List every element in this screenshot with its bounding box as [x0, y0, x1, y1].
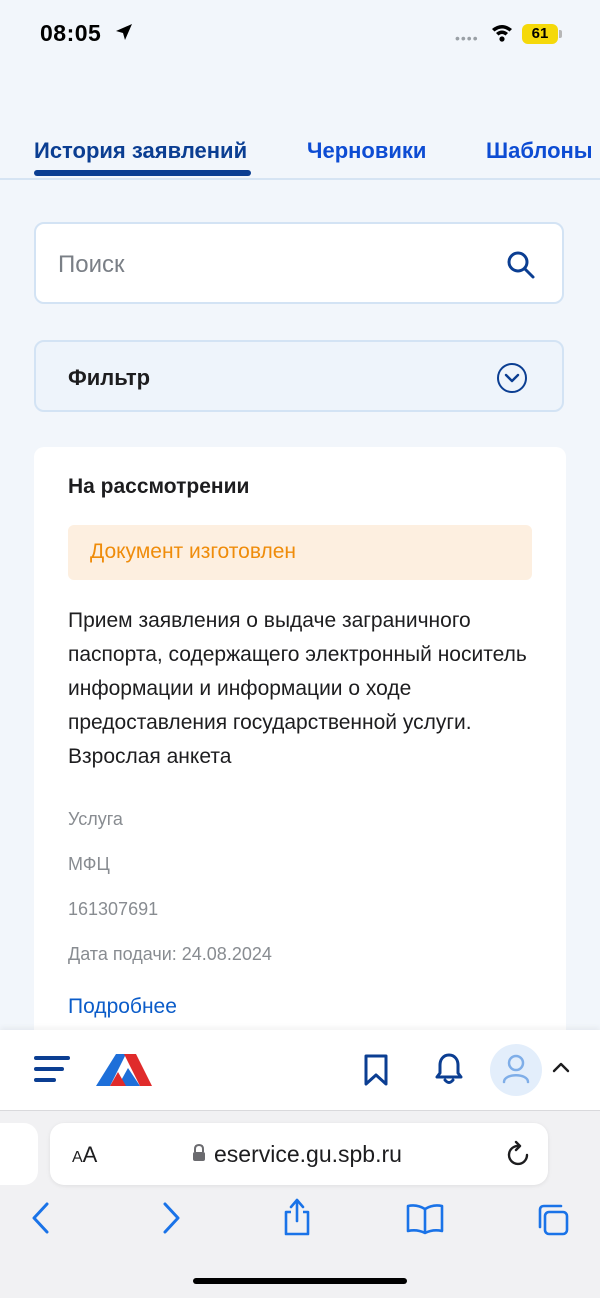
- share-icon[interactable]: [282, 1197, 312, 1237]
- wifi-icon: [492, 25, 512, 42]
- search-placeholder: Поиск: [58, 251, 125, 278]
- active-tab-indicator: [34, 170, 251, 176]
- chevron-down-circle-icon[interactable]: [496, 362, 528, 394]
- meta-submit-date: Дата подачи: 24.08.2024: [68, 944, 272, 964]
- status-time: 08:05: [40, 20, 102, 46]
- url-text[interactable]: eservice.gu.spb.ru: [214, 1141, 402, 1168]
- application-description: Прием заявления о выдаче заграничного па…: [68, 609, 527, 768]
- meta-number: 161307691: [68, 899, 159, 919]
- location-arrow-icon: [116, 24, 132, 40]
- search-input[interactable]: Поиск: [34, 222, 564, 304]
- bell-icon[interactable]: [434, 1052, 464, 1086]
- filter-label: Фильтр: [68, 365, 151, 390]
- battery-cap: [559, 30, 562, 38]
- back-icon[interactable]: [30, 1201, 52, 1235]
- menu-icon[interactable]: [34, 1054, 70, 1084]
- app-logo[interactable]: [96, 1052, 152, 1088]
- application-card: На рассмотрении Документ изготовлен Прие…: [34, 447, 566, 1087]
- home-indicator: [193, 1278, 407, 1284]
- avatar[interactable]: [490, 1044, 542, 1096]
- meta-type: Услуга: [68, 809, 123, 829]
- details-link[interactable]: Подробнее: [68, 995, 177, 1019]
- tab-templates[interactable]: Шаблоны: [486, 138, 593, 164]
- filter-dropdown[interactable]: Фильтр: [34, 340, 564, 412]
- app-bottom-bar: [0, 1030, 600, 1110]
- tab-history[interactable]: История заявлений: [34, 138, 247, 164]
- battery-indicator: 61: [522, 24, 558, 44]
- signal-dots-icon: ••••: [455, 30, 479, 46]
- search-icon[interactable]: [506, 250, 536, 280]
- tabs-icon[interactable]: [536, 1203, 570, 1237]
- lock-icon: [193, 1144, 205, 1161]
- status-badge: Документ изготовлен: [68, 525, 532, 580]
- tab-bar: История заявлений Черновики Шаблоны: [0, 130, 600, 180]
- browser-toolbar: AA eservice.gu.spb.ru: [0, 1110, 600, 1298]
- bookmarks-icon[interactable]: [406, 1203, 444, 1235]
- address-bar[interactable]: AA eservice.gu.spb.ru: [50, 1123, 548, 1185]
- reader-text-size-button[interactable]: AA: [72, 1142, 97, 1168]
- previous-tab-preview[interactable]: [0, 1123, 38, 1185]
- forward-icon[interactable]: [160, 1201, 182, 1235]
- tab-drafts[interactable]: Черновики: [307, 138, 426, 164]
- bookmark-icon[interactable]: [362, 1054, 390, 1086]
- meta-office: МФЦ: [68, 854, 110, 874]
- status-bar: 08:05 •••• 61: [0, 0, 600, 70]
- reload-icon[interactable]: [506, 1140, 532, 1168]
- user-icon: [502, 1054, 530, 1084]
- status-badge-text: Документ изготовлен: [90, 540, 297, 563]
- application-status: На рассмотрении: [68, 475, 250, 498]
- chevron-up-icon[interactable]: [552, 1060, 570, 1074]
